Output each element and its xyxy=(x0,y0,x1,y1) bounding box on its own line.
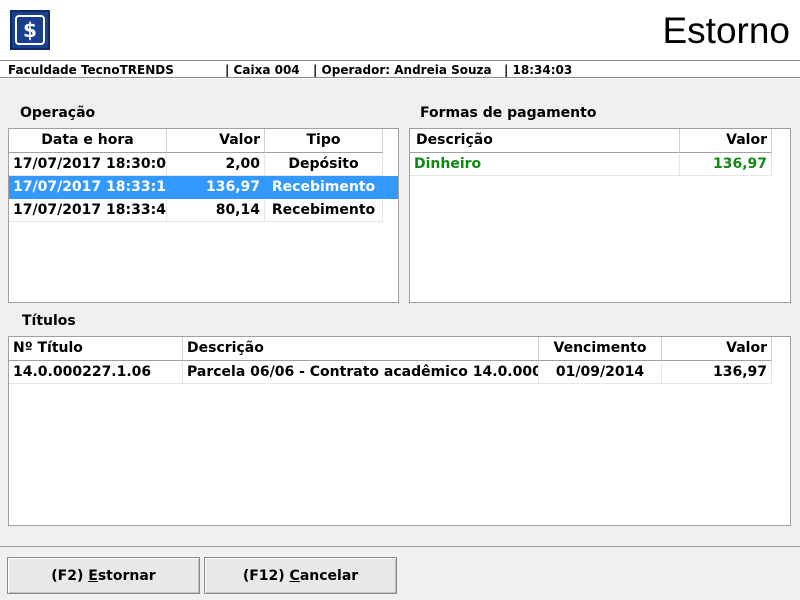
titulos-grid[interactable]: Nº Título Descrição Vencimento Valor 14.… xyxy=(8,336,791,526)
cell-tipo: Recebimento xyxy=(265,199,383,222)
cell-datetime: 17/07/2017 18:33:10 xyxy=(9,176,167,199)
operacao-label: Operação xyxy=(20,105,96,121)
pagamento-grid[interactable]: Descrição Valor Dinheiro 136,97 xyxy=(409,128,791,303)
cancelar-key: (F12) xyxy=(242,567,290,584)
column-header-valor[interactable]: Valor xyxy=(662,337,772,361)
status-info-bar: Faculdade TecnoTRENDS | Caixa 004 | Oper… xyxy=(0,60,800,78)
column-header-descricao[interactable]: Descrição xyxy=(183,337,539,361)
cancelar-label: ancelar xyxy=(299,567,359,584)
operator-name: | Operador: Andreia Souza xyxy=(313,63,492,77)
app-logo: $ xyxy=(10,10,50,50)
column-header-data-hora[interactable]: Data e hora xyxy=(9,129,167,153)
cell-valor: 136,97 xyxy=(662,361,772,384)
titulos-label: Títulos xyxy=(22,313,76,329)
register-number: | Caixa 004 xyxy=(225,63,300,77)
column-header-descricao[interactable]: Descrição xyxy=(410,129,680,153)
footer-actions: (F2) Estornar (F12) Cancelar xyxy=(0,546,800,600)
column-header-valor[interactable]: Valor xyxy=(167,129,265,153)
cell-datetime: 17/07/2017 18:33:41 xyxy=(9,199,167,222)
estornar-label: stornar xyxy=(97,567,156,584)
cancelar-mnemonic: C xyxy=(289,567,300,584)
pagamento-label: Formas de pagamento xyxy=(420,105,597,121)
cell-valor: 2,00 xyxy=(167,153,265,176)
column-header-vencimento[interactable]: Vencimento xyxy=(539,337,662,361)
estornar-key: (F2) xyxy=(51,567,89,584)
cell-vencimento: 01/09/2014 xyxy=(539,361,662,384)
current-time: | 18:34:03 xyxy=(504,63,573,77)
estornar-mnemonic: E xyxy=(88,567,98,584)
cell-datetime: 17/07/2017 18:30:07 xyxy=(9,153,167,176)
column-header-valor[interactable]: Valor xyxy=(680,129,772,153)
header: $ Estorno xyxy=(0,0,800,60)
operacao-grid[interactable]: Data e hora Valor Tipo 17/07/2017 18:30:… xyxy=(8,128,399,303)
cell-valor: 136,97 xyxy=(167,176,265,199)
cell-valor: 80,14 xyxy=(167,199,265,222)
cell-numero: 14.0.000227.1.06 xyxy=(9,361,183,384)
page-title: Estorno xyxy=(662,10,790,51)
cell-descricao: Dinheiro xyxy=(410,153,680,176)
cell-valor: 136,97 xyxy=(680,153,772,176)
column-header-tipo[interactable]: Tipo xyxy=(265,129,383,153)
estornar-button[interactable]: (F2) Estornar xyxy=(7,557,200,594)
cell-tipo: Depósito xyxy=(265,153,383,176)
main-content: Operação Data e hora Valor Tipo 17/07/20… xyxy=(0,79,800,546)
cell-tipo: Recebimento xyxy=(265,176,383,199)
institution-name: Faculdade TecnoTRENDS xyxy=(8,63,174,77)
cancelar-button[interactable]: (F12) Cancelar xyxy=(204,557,397,594)
dollar-icon: $ xyxy=(15,15,45,45)
column-header-numero[interactable]: Nº Título xyxy=(9,337,183,361)
cell-descricao: Parcela 06/06 - Contrato acadêmico 14.0.… xyxy=(183,361,539,384)
